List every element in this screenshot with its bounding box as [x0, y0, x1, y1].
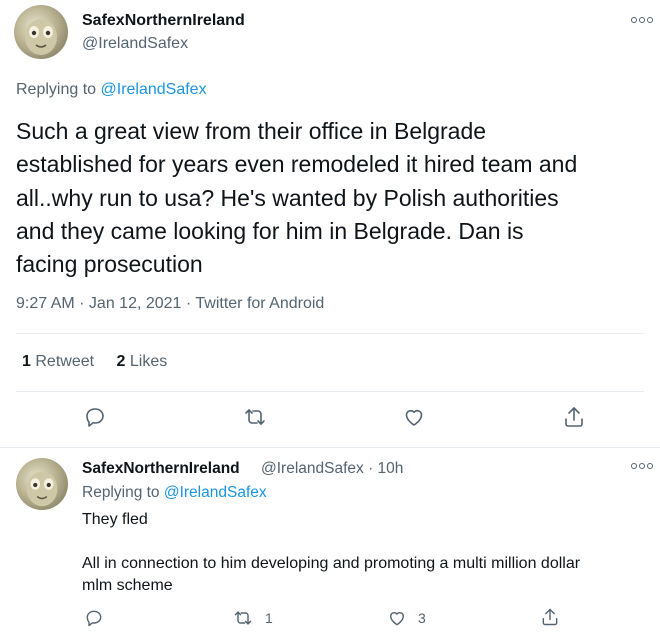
author-handle[interactable]: @IrelandSafex [82, 35, 188, 53]
replying-to: Replying to @IrelandSafex [16, 81, 207, 99]
retweet-icon[interactable] [243, 405, 267, 429]
share-icon[interactable] [562, 405, 586, 429]
reply-text-line: All in connection to him developing and … [82, 555, 581, 572]
reply-icon[interactable] [83, 405, 107, 429]
share-icon[interactable] [540, 607, 560, 627]
reply-icon[interactable] [84, 608, 104, 628]
mention-link[interactable]: @IrelandSafex [101, 81, 207, 98]
avatar[interactable] [14, 5, 68, 59]
author-name[interactable]: SafexNorthernIreland [82, 460, 240, 478]
reply-tweet[interactable]: SafexNorthernIreland @IrelandSafex · 10h… [0, 448, 660, 636]
heart-icon[interactable] [402, 405, 426, 429]
replying-to-label: Replying to [16, 81, 97, 98]
tweet-stats: 1 Retweet 2 Likes [22, 353, 185, 371]
tweet-text-line: established for years even remodeled it … [16, 151, 578, 178]
divider [16, 333, 644, 334]
author-handle[interactable]: @IrelandSafex · 10h [261, 460, 403, 478]
tweet-text: Such a great view from their office in B… [16, 115, 656, 281]
avatar[interactable] [16, 458, 68, 510]
more-icon[interactable] [631, 14, 655, 26]
retweets-stat[interactable]: 1 Retweet [22, 353, 94, 371]
replying-to: Replying to @IrelandSafex [82, 484, 267, 502]
reply-text-line: They fled [82, 511, 148, 528]
tweet-text-line: facing prosecution [16, 251, 203, 278]
likes-count: 2 [116, 353, 126, 370]
retweets-label: Retweet [35, 353, 95, 370]
likes-stat[interactable]: 2 Likes [117, 353, 168, 371]
divider [16, 391, 644, 392]
author-name[interactable]: SafexNorthernIreland [82, 12, 245, 30]
retweets-count: 1 [22, 353, 31, 370]
retweet-count: 1 [265, 610, 273, 626]
replying-to-label: Replying to [82, 484, 160, 501]
tweet-timestamp[interactable]: 9:27 AM · Jan 12, 2021 · Twitter for And… [16, 295, 324, 313]
tweet-text-line: all..why run to usa? He's wanted by Poli… [16, 184, 559, 211]
tweet-text-line: Such a great view from their office in B… [16, 118, 487, 144]
reply-text-line: mlm scheme [82, 577, 173, 594]
tweet-text-line: and they came looking for him in Belgrad… [16, 217, 524, 244]
main-tweet: SafexNorthernIreland @IrelandSafex Reply… [0, 0, 660, 448]
like-count: 3 [418, 610, 426, 626]
more-icon[interactable] [631, 460, 655, 472]
mention-link[interactable]: @IrelandSafex [164, 484, 267, 501]
heart-icon[interactable] [387, 608, 407, 628]
retweet-icon[interactable] [233, 608, 253, 628]
likes-label: Likes [129, 353, 168, 370]
